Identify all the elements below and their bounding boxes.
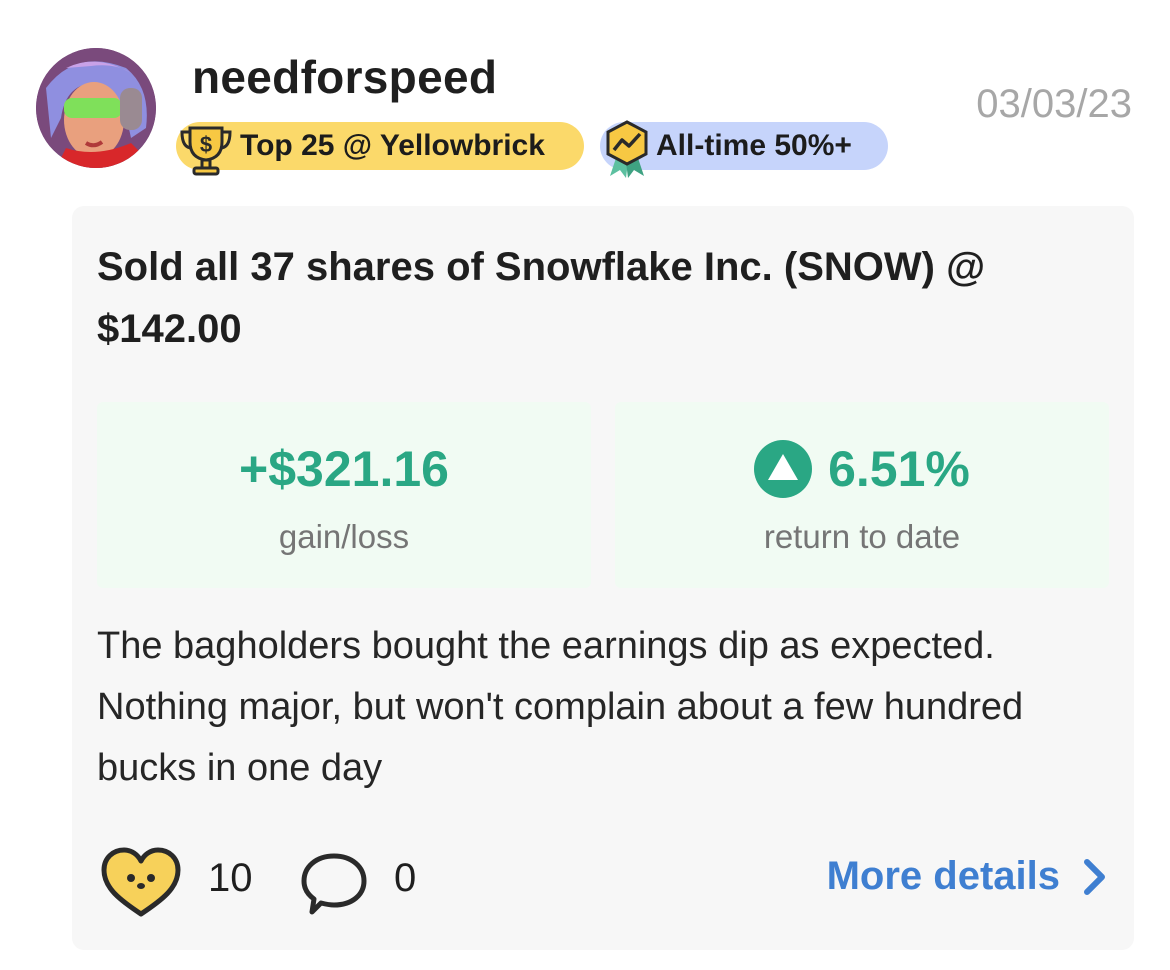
- comment-count: 0: [394, 856, 417, 900]
- chevron-right-icon: [1084, 858, 1105, 895]
- trade-post-card[interactable]: Sold all 37 shares of Snowflake Inc. (SN…: [72, 206, 1134, 950]
- return-value: 6.51%: [828, 441, 970, 497]
- post-body: The bagholders bought the earnings dip a…: [97, 625, 1024, 789]
- triangle-up-icon: [754, 440, 813, 498]
- more-details-label: More details: [826, 854, 1060, 898]
- gain-label: gain/loss: [278, 518, 410, 555]
- badge-label: Top 25 @ Yellowbrick: [240, 129, 545, 162]
- post-footer: 10 0 More details: [72, 838, 1134, 928]
- post-title: Sold all 37 shares of Snowflake Inc. (SN…: [97, 245, 986, 351]
- like-count: 10: [208, 856, 253, 900]
- username[interactable]: needforspeed: [192, 50, 497, 104]
- badge-label: All-time 50%+: [656, 129, 852, 162]
- user-avatar: [36, 48, 156, 168]
- badge-top-25[interactable]: $ Top 25 @ Yellowbrick: [176, 122, 584, 176]
- avatar[interactable]: [36, 48, 156, 168]
- speech-bubble-icon[interactable]: [298, 850, 370, 918]
- more-details-link[interactable]: More details: [827, 854, 1108, 899]
- gain-loss-stat: +$321.16 gain/loss: [97, 402, 591, 588]
- return-label: return to date: [763, 518, 961, 555]
- heart-face-icon[interactable]: [100, 846, 182, 918]
- badge-all-time[interactable]: All-time 50%+: [600, 120, 888, 178]
- post-date: 03/03/23: [976, 82, 1132, 126]
- trophy-dollar-icon: $: [180, 126, 232, 176]
- return-value-row: 6.51%: [615, 440, 1109, 498]
- gain-value: +$321.16: [239, 441, 449, 497]
- trending-award-icon: [606, 120, 648, 178]
- svg-text:$: $: [200, 132, 212, 157]
- return-stat: 6.51% return to date: [615, 402, 1109, 588]
- post-header: needforspeed 03/03/23 $ Top 25 @ Yellowb…: [0, 0, 1170, 200]
